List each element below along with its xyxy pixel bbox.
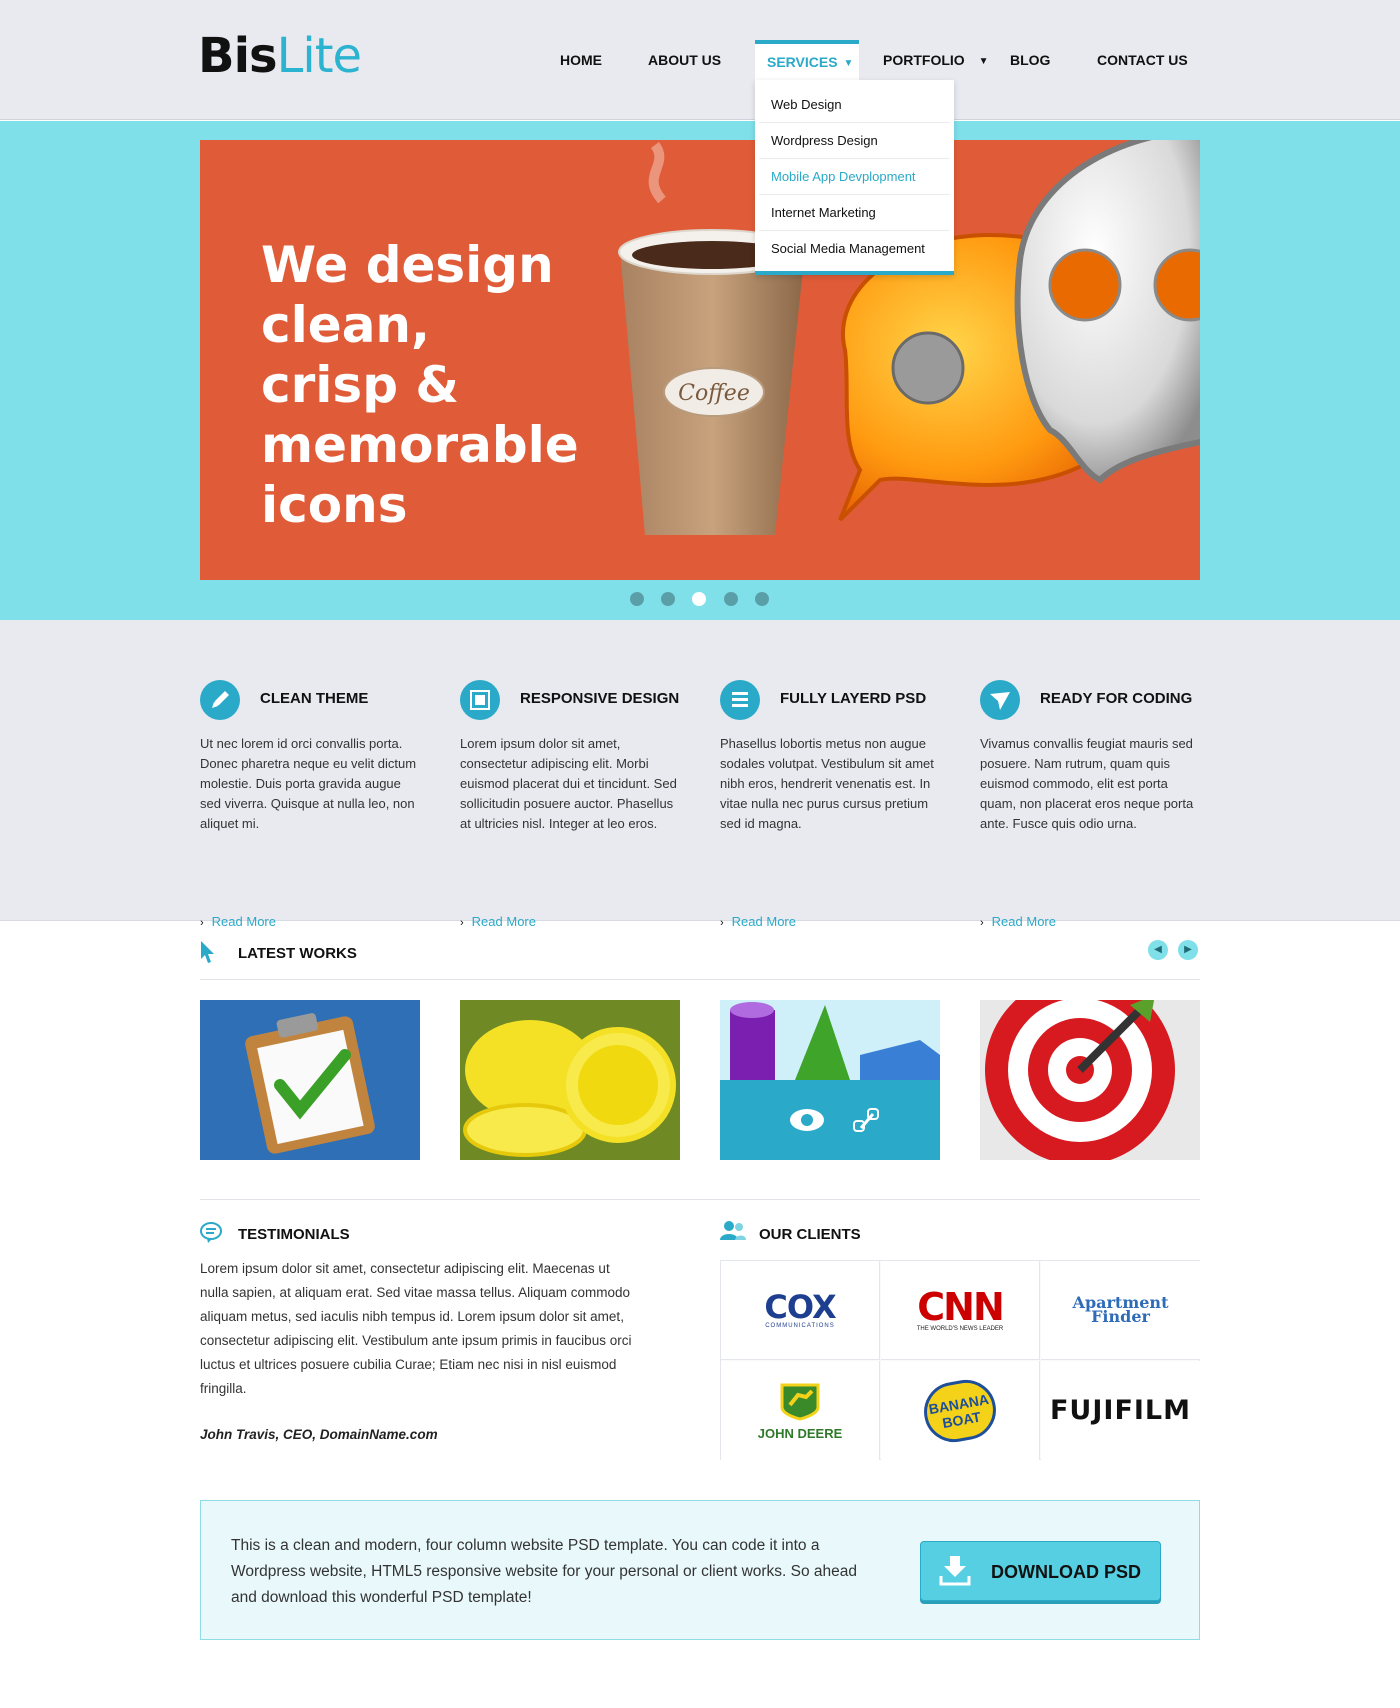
deer-icon	[780, 1383, 820, 1421]
hero-slide: We design clean, crisp & memorable icons	[200, 140, 1200, 580]
grey-dot	[891, 331, 965, 405]
feature-title: READY FOR CODING	[1040, 690, 1193, 707]
chevron-right-icon: ›	[460, 917, 464, 929]
responsive-icon	[460, 680, 500, 720]
feature-text: Lorem ipsum dolor sit amet, consectetur …	[460, 736, 677, 831]
client-logo-apartment-finder[interactable]: Apartment Finder	[1041, 1261, 1200, 1360]
feature-title: CLEAN THEME	[260, 690, 369, 707]
pencil-icon	[200, 680, 240, 720]
features-section: CLEAN THEME Ut nec lorem id orci convall…	[0, 620, 1400, 929]
read-more-link[interactable]: › Read More	[200, 914, 276, 929]
chevron-right-icon: ›	[200, 917, 204, 929]
chevron-down-icon: ▼	[843, 58, 854, 69]
testimonial-text: Lorem ipsum dolor sit amet, consectetur …	[200, 1261, 632, 1396]
nav-contact[interactable]: CONTACT US	[1097, 40, 1188, 80]
hero-section: We design clean, crisp & memorable icons	[0, 121, 1400, 620]
prev-arrow-button[interactable]: ◀	[1148, 940, 1168, 960]
cox-logo-text: COX	[764, 1288, 836, 1326]
work-item-shapes[interactable]	[720, 1000, 940, 1160]
client-logo-banana-boat[interactable]: BANANA BOAT	[881, 1361, 1040, 1460]
users-icon	[720, 1221, 746, 1240]
dropdown-item-social-media[interactable]: Social Media Management	[759, 231, 950, 267]
dropdown-item-wordpress-design[interactable]: Wordpress Design	[759, 123, 950, 159]
feature-title: RESPONSIVE DESIGN	[520, 690, 680, 707]
testimonial-author: John Travis, CEO, DomainName.com	[200, 1427, 438, 1442]
feature-title: FULLY LAYERD PSD	[780, 690, 927, 707]
feature-text: Vivamus convallis feugiat mauris sed pos…	[980, 736, 1194, 831]
divider	[200, 979, 1200, 980]
nav-blog[interactable]: BLOG	[1010, 40, 1050, 80]
nav-portfolio-label: PORTFOLIO	[883, 52, 965, 68]
slider-dot-1[interactable]	[630, 592, 644, 606]
site-header: BisLite HOME ABOUT US SERVICES ▼ PORTFOLI…	[0, 0, 1400, 275]
layers-icon	[720, 680, 760, 720]
callout-text: This is a clean and modern, four column …	[231, 1537, 858, 1606]
dropdown-item-mobile-app[interactable]: Mobile App Devplopment	[759, 159, 950, 195]
nav-portfolio[interactable]: PORTFOLIO ▼	[883, 40, 989, 80]
coffee-label: Coffee	[678, 381, 750, 406]
read-more-label: Read More	[211, 914, 276, 929]
chevron-right-icon: ›	[980, 917, 984, 929]
slider-dot-4[interactable]	[724, 592, 738, 606]
testimonials-title: TESTIMONIALS	[238, 1226, 350, 1243]
download-callout: This is a clean and modern, four column …	[200, 1500, 1200, 1640]
nav-about[interactable]: ABOUT US	[648, 40, 721, 80]
chevron-right-icon: ›	[720, 917, 724, 929]
cox-logo-sub: COMMUNICATIONS	[765, 1323, 835, 1329]
work-hover-overlay	[720, 1080, 940, 1160]
work-item-target[interactable]	[980, 1000, 1200, 1160]
nav-services-label: SERVICES	[767, 54, 838, 70]
client-logo-fujifilm[interactable]: FUJIFILM	[1041, 1361, 1200, 1460]
read-more-link[interactable]: › Read More	[980, 914, 1056, 929]
dropdown-item-web-design[interactable]: Web Design	[759, 87, 950, 123]
slider-dot-3[interactable]	[692, 592, 706, 606]
feature-text: Phasellus lobortis metus non augue sodal…	[720, 736, 934, 831]
nav-home[interactable]: HOME	[560, 40, 602, 80]
services-dropdown: Web Design Wordpress Design Mobile App D…	[755, 80, 954, 275]
chevron-right-icon: ▶	[1184, 944, 1192, 955]
clients-grid: COX COMMUNICATIONS CNN THE WORLD'S NEWS …	[720, 1260, 1200, 1460]
hero-illustration: Coffee	[618, 140, 1200, 535]
speech-bubble-icon	[200, 1222, 222, 1243]
cnn-logo-sub: THE WORLD'S NEWS LEADER	[916, 1326, 1004, 1332]
banana-logo-text: BANANA BOAT	[919, 1374, 1001, 1447]
client-logo-cnn[interactable]: CNN THE WORLD'S NEWS LEADER	[881, 1261, 1040, 1360]
cursor-icon	[201, 941, 214, 963]
client-logo-john-deere[interactable]: JOHN DEERE	[721, 1361, 880, 1460]
download-icon	[939, 1556, 971, 1586]
read-more-label: Read More	[471, 914, 536, 929]
next-arrow-button[interactable]: ▶	[1178, 940, 1198, 960]
nav-services[interactable]: SERVICES ▼	[755, 40, 859, 80]
divider	[200, 1199, 1200, 1200]
slider-dot-5[interactable]	[755, 592, 769, 606]
deere-logo-text: JOHN DEERE	[757, 1425, 843, 1441]
dropdown-item-internet-marketing[interactable]: Internet Marketing	[759, 195, 950, 231]
work-item-lemon[interactable]	[460, 1000, 680, 1160]
read-more-label: Read More	[991, 914, 1056, 929]
download-psd-button[interactable]: DOWNLOAD PSD	[920, 1541, 1161, 1601]
work-item-clipboard[interactable]	[200, 1000, 420, 1160]
read-more-link[interactable]: › Read More	[460, 914, 536, 929]
read-more-link[interactable]: › Read More	[720, 914, 796, 929]
main-nav: HOME ABOUT US SERVICES ▼ PORTFOLIO ▼ BLOG …	[0, 40, 1400, 80]
cnn-logo-text: CNN	[917, 1285, 1004, 1329]
download-button-label: DOWNLOAD PSD	[991, 1562, 1141, 1582]
slider-dot-2[interactable]	[661, 592, 675, 606]
clients-title: OUR CLIENTS	[759, 1226, 861, 1243]
chevron-down-icon: ▼	[978, 56, 989, 67]
chevron-left-icon: ◀	[1154, 944, 1162, 955]
latest-works-title: LATEST WORKS	[238, 945, 357, 962]
apartment-logo-text: Apartment Finder	[1072, 1293, 1169, 1326]
paper-plane-icon	[980, 680, 1020, 720]
client-logo-cox[interactable]: COX COMMUNICATIONS	[721, 1261, 880, 1360]
feature-text: Ut nec lorem id orci convallis porta. Do…	[200, 736, 417, 831]
read-more-label: Read More	[731, 914, 796, 929]
fujifilm-logo-text: FUJIFILM	[1049, 1395, 1192, 1426]
